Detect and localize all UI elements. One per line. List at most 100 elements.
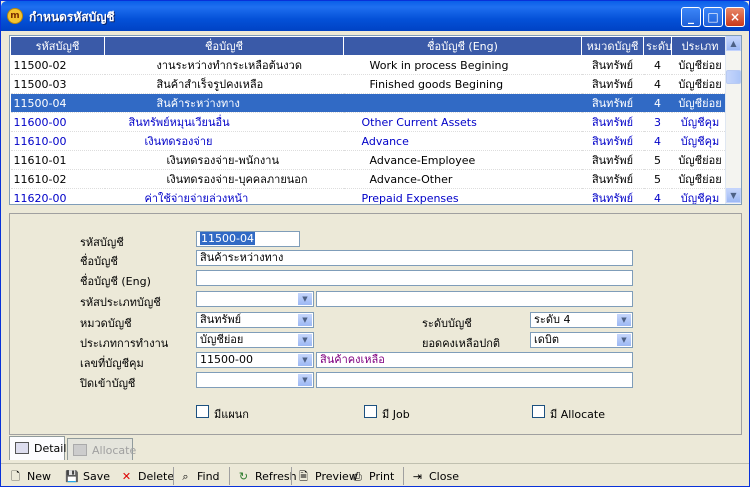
table-row[interactable]: 11610-00 เงินทดรองจ่าย Advance สินทรัพย์ 4 บั…: [10, 131, 729, 151]
accounts-table: รหัสบัญชี ชื่อบัญชี ชื่อบัญชี (Eng) หมวด…: [10, 36, 729, 204]
close-to-select[interactable]: ▼: [196, 372, 314, 388]
dropdown-arrow-icon[interactable]: ▼: [298, 374, 312, 386]
cell-category: สินทรัพย์: [581, 112, 644, 132]
minimize-button[interactable]: _: [681, 7, 701, 27]
dropdown-arrow-icon[interactable]: ▼: [298, 334, 312, 346]
cell-name: เงินทดรองจ่าย: [104, 131, 344, 151]
preview-button[interactable]: 🗎 Preview: [297, 468, 358, 486]
tab-detail[interactable]: Detail: [9, 436, 67, 460]
detail-form: รหัสบัญชี 11500-04 ชื่อบัญชี สินค้าระหว่…: [9, 213, 742, 435]
col-header-name-eng[interactable]: ชื่อบัญชี (Eng): [343, 36, 582, 56]
col-header-level[interactable]: ระดับ: [643, 36, 672, 56]
toolbar-separator: [229, 467, 230, 485]
cell-type: บัญชีย่อย: [671, 93, 729, 113]
cell-code: 11610-01: [10, 150, 105, 170]
tab-detail-label: Detail: [34, 442, 67, 455]
cell-type: บัญชีย่อย: [671, 169, 729, 189]
cell-code: 11500-04: [10, 93, 105, 113]
cell-level: 4: [643, 55, 672, 75]
accounts-grid[interactable]: รหัสบัญชี ชื่อบัญชี ชื่อบัญชี (Eng) หมวด…: [9, 35, 742, 205]
toolbar-separator: [403, 467, 404, 485]
tab-allocate[interactable]: Allocate: [67, 438, 136, 460]
col-header-category[interactable]: หมวดบัญชี: [581, 36, 644, 56]
col-header-code[interactable]: รหัสบัญชี: [10, 36, 105, 56]
cell-name-eng: Other Current Assets: [343, 112, 582, 132]
refresh-button[interactable]: ↻ Refresh: [237, 468, 297, 486]
normal-balance-select[interactable]: เดบิต ▼: [530, 332, 633, 348]
cell-category: สินทรัพย์: [581, 188, 644, 204]
scroll-thumb[interactable]: [726, 70, 741, 84]
cell-category: สินทรัพย์: [581, 74, 644, 94]
close-button[interactable]: ⇥ Close: [411, 468, 459, 486]
account-type-code-select[interactable]: ▼: [196, 291, 314, 307]
cell-category: สินทรัพย์: [581, 55, 644, 75]
cell-type: บัญชีย่อย: [671, 74, 729, 94]
dropdown-arrow-icon[interactable]: ▼: [617, 334, 631, 346]
level-select[interactable]: ระดับ 4 ▼: [530, 312, 633, 328]
app-icon: m: [7, 8, 23, 24]
table-row[interactable]: 11610-01 เงินทดรองจ่าย-พนักงาน Advance-Emp…: [10, 150, 729, 170]
table-row[interactable]: 11500-04 สินค้าระหว่างทาง สินทรัพย์ 4 บัญชีย…: [10, 93, 729, 113]
close-window-button[interactable]: ×: [725, 7, 745, 27]
has-dept-label: มีแผนก: [214, 408, 249, 421]
work-type-select[interactable]: บัญชีย่อย ▼: [196, 332, 314, 348]
table-row[interactable]: 11610-02 เงินทดรองจ่าย-บุคคลภายนอก Advance…: [10, 169, 729, 189]
toolbar: 🗋 New 💾 Save ✕ Delete ⌕ Find ↻ Refresh 🗎 Previ…: [1, 463, 749, 487]
allocate-icon: [73, 444, 87, 456]
title-bar[interactable]: m กำหนดรหัสบัญชี _ □ ×: [1, 1, 749, 31]
cell-name-eng: Work in process Begining: [343, 55, 582, 75]
cell-category: สินทรัพย์: [581, 169, 644, 189]
toolbar-separator: [291, 467, 292, 485]
table-row[interactable]: 11500-03 สินค้าสำเร็จรูปคงเหลือ Finished g…: [10, 74, 729, 94]
scroll-up-icon[interactable]: ▲: [726, 36, 741, 51]
toolbar-separator: [173, 467, 174, 485]
cell-name: งานระหว่างทำกระเหลือต้นงวด: [104, 55, 344, 75]
print-button[interactable]: ⎙ Print: [351, 468, 394, 486]
cell-name: สินทรัพย์หมุนเวียนอื่น: [104, 112, 344, 132]
delete-button[interactable]: ✕ Delete: [120, 468, 174, 486]
has-allocate-label: มี Allocate: [550, 408, 605, 421]
account-name-input[interactable]: สินค้าระหว่างทาง: [196, 250, 633, 266]
dropdown-arrow-icon[interactable]: ▼: [298, 314, 312, 326]
table-row[interactable]: 11600-00 สินทรัพย์หมุนเวียนอื่น Other Curr…: [10, 112, 729, 132]
col-header-type[interactable]: ประเภท: [671, 36, 729, 56]
dropdown-arrow-icon[interactable]: ▼: [298, 293, 312, 305]
cell-code: 11620-00: [10, 188, 105, 204]
grid-vertical-scrollbar[interactable]: ▲ ▼: [725, 36, 741, 204]
col-header-name[interactable]: ชื่อบัญชี: [104, 36, 344, 56]
cell-level: 4: [643, 74, 672, 94]
save-button[interactable]: 💾 Save: [65, 468, 110, 486]
category-select[interactable]: สินทรัพย์ ▼: [196, 312, 314, 328]
cell-type: บัญชีย่อย: [671, 55, 729, 75]
new-button[interactable]: 🗋 New: [9, 468, 51, 486]
normal-balance-label: ยอดคงเหลือปกติ: [422, 337, 501, 350]
cell-code: 11500-03: [10, 74, 105, 94]
cell-name-eng: Advance: [343, 131, 582, 151]
grid-header-row: รหัสบัญชี ชื่อบัญชี ชื่อบัญชี (Eng) หมวด…: [10, 36, 729, 56]
cell-name: สินค้าระหว่างทาง: [104, 93, 344, 113]
print-icon: ⎙: [353, 470, 362, 483]
detail-icon: [15, 442, 29, 454]
cell-category: สินทรัพย์: [581, 150, 644, 170]
has-allocate-checkbox[interactable]: [532, 405, 545, 418]
account-type-code-label: รหัสประเภทบัญชี: [80, 296, 161, 309]
dropdown-arrow-icon[interactable]: ▼: [617, 314, 631, 326]
maximize-button[interactable]: □: [703, 7, 723, 27]
cell-type: บัญชีคุม: [671, 131, 729, 151]
control-no-desc-field: สินค้าคงเหลือ: [316, 352, 633, 368]
find-button[interactable]: ⌕ Find: [179, 468, 219, 486]
table-row[interactable]: 11620-00 ค่าใช้จ่ายจ่ายล่วงหน้า Prepaid Ex…: [10, 188, 729, 204]
cell-level: 4: [643, 93, 672, 113]
table-row[interactable]: 11500-02 งานระหว่างทำกระเหลือต้นงวด Work i…: [10, 55, 729, 75]
has-dept-checkbox[interactable]: [196, 405, 209, 418]
refresh-icon: ↻: [238, 470, 249, 483]
account-name-eng-input[interactable]: [196, 270, 633, 286]
cell-level: 4: [643, 188, 672, 204]
has-job-checkbox[interactable]: [364, 405, 377, 418]
save-icon: 💾: [65, 470, 79, 483]
control-no-select[interactable]: 11500-00 ▼: [196, 352, 314, 368]
cell-code: 11610-00: [10, 131, 105, 151]
dropdown-arrow-icon[interactable]: ▼: [298, 354, 312, 366]
account-code-input[interactable]: 11500-04: [196, 231, 300, 247]
scroll-down-icon[interactable]: ▼: [726, 188, 741, 203]
